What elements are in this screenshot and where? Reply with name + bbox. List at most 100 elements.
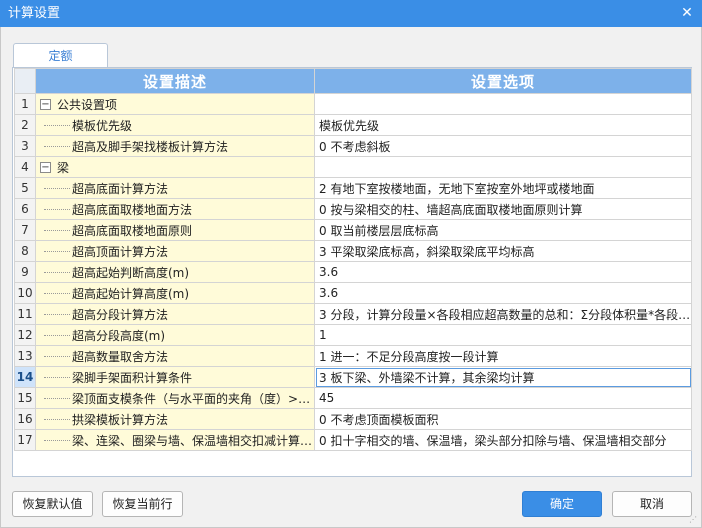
tree-connector [44, 187, 70, 189]
tree-connector [44, 145, 70, 147]
row-number: 1 [14, 93, 36, 115]
setting-option-cell[interactable]: 3 板下梁、外墙梁不计算，其余梁均计算 [314, 366, 692, 388]
setting-option-cell [314, 93, 692, 115]
setting-description-cell: 梁、连梁、圈梁与墙、保温墙相交扣减计算… [35, 429, 315, 451]
setting-option-cell[interactable]: 3 分段，计算分段量×各段相应超高数量的总和：Σ分段体积量*各段… [314, 303, 692, 325]
table-row[interactable]: 3 超高及脚手架找楼板计算方法 0 不考虑斜板 [14, 135, 692, 157]
cancel-button[interactable]: 取消 [612, 491, 692, 517]
restore-row-button[interactable]: 恢复当前行 [102, 491, 183, 517]
row-number: 8 [14, 240, 36, 262]
tree-connector [44, 334, 70, 336]
setting-option-cell[interactable]: 3.6 [314, 261, 692, 283]
row-number: 15 [14, 387, 36, 409]
table-row[interactable]: 8 超高顶面计算方法 3 平梁取梁底标高，斜梁取梁底平均标高 [14, 240, 692, 262]
setting-option-cell[interactable]: 0 按与梁相交的柱、墙超高底面取楼地面原则计算 [314, 198, 692, 220]
setting-description: 超高数量取舍方法 [72, 349, 169, 364]
collapse-icon[interactable]: − [40, 98, 51, 110]
setting-description: 梁 [57, 160, 70, 175]
setting-option-cell[interactable]: 3.6 [314, 282, 692, 304]
tree-connector [44, 418, 70, 420]
row-number: 6 [14, 198, 36, 220]
table-row[interactable]: 9 超高起始判断高度(m) 3.6 [14, 261, 692, 283]
grid-body: 1− 公共设置项 2 模板优先级 模板优先级 3 超高及脚手架找楼板计算方法 0 不考虑斜板 4… [14, 93, 692, 451]
table-row[interactable]: 11 超高分段计算方法 3 分段，计算分段量×各段相应超高数量的总和：Σ分段体积量*… [14, 303, 692, 325]
row-number: 5 [14, 177, 36, 199]
table-row[interactable]: 2 模板优先级 模板优先级 [14, 114, 692, 136]
row-number: 14 [14, 366, 36, 388]
table-row[interactable]: 12 超高分段高度(m) 1 [14, 324, 692, 346]
setting-description: 梁、连梁、圈梁与墙、保温墙相交扣减计算… [72, 433, 313, 448]
setting-description: 超高分段计算方法 [72, 307, 169, 322]
setting-description: 超高起始判断高度(m) [72, 265, 190, 280]
table-row[interactable]: 6 超高底面取楼地面方法 0 按与梁相交的柱、墙超高底面取楼地面原则计算 [14, 198, 692, 220]
table-row[interactable]: 14 梁脚手架面积计算条件 3 板下梁、外墙梁不计算，其余梁均计算 [14, 366, 692, 388]
setting-option-cell[interactable]: 0 取当前楼层层底标高 [314, 219, 692, 241]
header-opt: 设置选项 [314, 68, 692, 94]
tree-connector [44, 376, 70, 378]
collapse-icon[interactable]: − [40, 161, 51, 173]
setting-description: 超高底面取楼地面方法 [72, 202, 193, 217]
setting-option-cell[interactable]: 45 [314, 387, 692, 409]
setting-description-cell: − 公共设置项 [35, 93, 315, 115]
grid-corner [14, 68, 36, 94]
table-row[interactable]: 16 拱梁模板计算方法 0 不考虑顶面模板面积 [14, 408, 692, 430]
settings-panel: 设置描述 设置选项 1− 公共设置项 2 模板优先级 模板优先级 3 超高及脚手架找楼板计算… [12, 67, 692, 477]
tree-connector [44, 439, 70, 441]
setting-option-cell[interactable]: 1 [314, 324, 692, 346]
table-row[interactable]: 15 梁顶面支模条件（与水平面的夹角（度）>=） 45 [14, 387, 692, 409]
setting-description: 梁顶面支模条件（与水平面的夹角（度）>=） [72, 391, 315, 406]
row-number: 3 [14, 135, 36, 157]
setting-description: 公共设置项 [57, 97, 118, 112]
tree-connector [44, 271, 70, 273]
setting-option-cell[interactable]: 1 进一：不足分段高度按一段计算 [314, 345, 692, 367]
setting-description-cell: 梁顶面支模条件（与水平面的夹角（度）>=） [35, 387, 315, 409]
tree-connector [44, 229, 70, 231]
row-number: 2 [14, 114, 36, 136]
setting-option-cell [314, 156, 692, 178]
setting-description: 超高顶面计算方法 [72, 244, 169, 259]
table-row[interactable]: 4− 梁 [14, 156, 692, 178]
setting-description-cell: 超高顶面计算方法 [35, 240, 315, 262]
row-number: 4 [14, 156, 36, 178]
ok-button[interactable]: 确定 [522, 491, 602, 517]
row-number: 13 [14, 345, 36, 367]
table-row[interactable]: 10 超高起始计算高度(m) 3.6 [14, 282, 692, 304]
setting-description-cell: 模板优先级 [35, 114, 315, 136]
tree-connector [44, 397, 70, 399]
restore-default-button[interactable]: 恢复默认值 [12, 491, 93, 517]
setting-option-cell[interactable]: 模板优先级 [314, 114, 692, 136]
setting-description: 超高底面取楼地面原则 [72, 223, 193, 238]
setting-description-cell: 超高分段高度(m) [35, 324, 315, 346]
setting-option-cell[interactable]: 0 扣十字相交的墙、保温墙，梁头部分扣除与墙、保温墙相交部分 [314, 429, 692, 451]
grid-header-row: 设置描述 设置选项 [14, 68, 692, 94]
setting-description-cell: 超高及脚手架找楼板计算方法 [35, 135, 315, 157]
table-row[interactable]: 1− 公共设置项 [14, 93, 692, 115]
tree-connector [44, 355, 70, 357]
close-icon[interactable]: ✕ [678, 4, 696, 22]
setting-description: 超高底面计算方法 [72, 181, 169, 196]
setting-option-cell[interactable]: 3 平梁取梁底标高，斜梁取梁底平均标高 [314, 240, 692, 262]
dialog-body: 定额 设置描述 设置选项 1− 公共设置项 2 模板优先级 模板优先级 3 超高及脚手架找楼… [0, 27, 702, 528]
setting-description-cell: 拱梁模板计算方法 [35, 408, 315, 430]
tree-connector [44, 292, 70, 294]
setting-description-cell: 超高数量取舍方法 [35, 345, 315, 367]
row-number: 16 [14, 408, 36, 430]
setting-option-cell[interactable]: 0 不考虑斜板 [314, 135, 692, 157]
row-number: 11 [14, 303, 36, 325]
table-row[interactable]: 7 超高底面取楼地面原则 0 取当前楼层层底标高 [14, 219, 692, 241]
setting-description-cell: 超高分段计算方法 [35, 303, 315, 325]
setting-description-cell: 超高起始判断高度(m) [35, 261, 315, 283]
setting-option-cell[interactable]: 0 不考虑顶面模板面积 [314, 408, 692, 430]
tree-connector [44, 250, 70, 252]
tab-quota[interactable]: 定额 [13, 43, 108, 69]
setting-description: 超高起始计算高度(m) [72, 286, 190, 301]
table-row[interactable]: 17 梁、连梁、圈梁与墙、保温墙相交扣减计算… 0 扣十字相交的墙、保温墙，梁头部分… [14, 429, 692, 451]
resize-grip-icon[interactable]: ⋰ [689, 515, 699, 525]
setting-option-cell[interactable]: 2 有地下室按楼地面，无地下室按室外地坪或楼地面 [314, 177, 692, 199]
tree-connector [44, 313, 70, 315]
row-number: 9 [14, 261, 36, 283]
setting-description-cell: − 梁 [35, 156, 315, 178]
table-row[interactable]: 5 超高底面计算方法 2 有地下室按楼地面，无地下室按室外地坪或楼地面 [14, 177, 692, 199]
setting-description-cell: 超高底面取楼地面原则 [35, 219, 315, 241]
table-row[interactable]: 13 超高数量取舍方法 1 进一：不足分段高度按一段计算 [14, 345, 692, 367]
